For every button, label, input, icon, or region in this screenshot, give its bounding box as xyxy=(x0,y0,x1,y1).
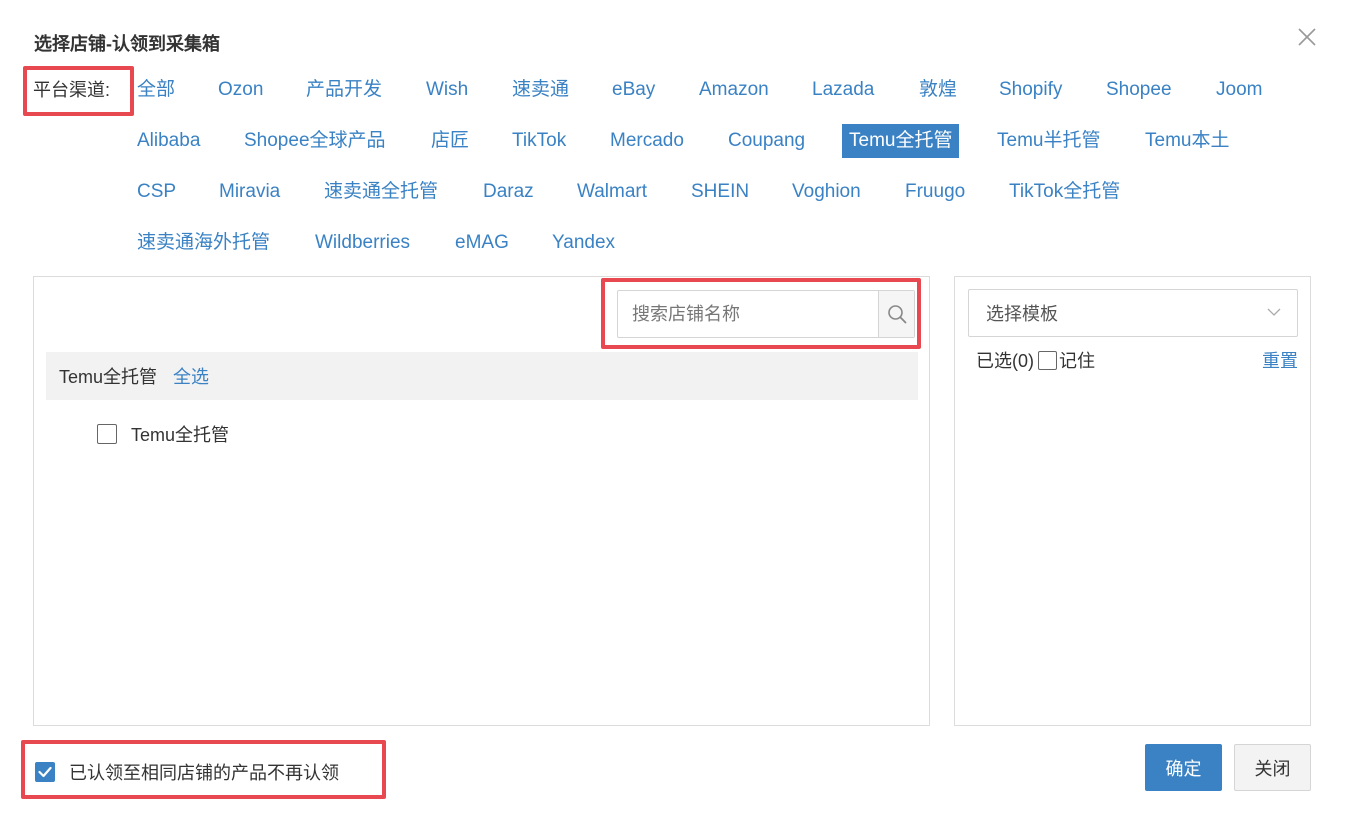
shop-search-input[interactable] xyxy=(618,291,878,337)
platform-tab-tiktok-full[interactable]: TikTok全托管 xyxy=(1009,180,1120,204)
platform-tab-aliexpress-full[interactable]: 速卖通全托管 xyxy=(324,180,438,204)
platform-tab-miravia[interactable]: Miravia xyxy=(219,180,280,204)
platform-tab-emag[interactable]: eMAG xyxy=(455,231,509,255)
platform-tab-tiktok[interactable]: TikTok xyxy=(512,129,566,153)
platform-tab-shopline[interactable]: 店匠 xyxy=(431,129,469,153)
chevron-down-icon xyxy=(1267,308,1281,316)
select-all-link[interactable]: 全选 xyxy=(173,363,209,389)
template-panel: 选择模板 已选(0) 记住 重置 xyxy=(954,276,1311,726)
platform-tab-shopee-global[interactable]: Shopee全球产品 xyxy=(244,129,386,153)
platform-tab-daraz[interactable]: Daraz xyxy=(483,180,534,204)
dialog-title: 选择店铺-认领到采集箱 xyxy=(34,34,220,54)
template-select-placeholder: 选择模板 xyxy=(986,304,1058,324)
platform-tab-product-dev[interactable]: 产品开发 xyxy=(306,78,382,102)
platform-tab-shein[interactable]: SHEIN xyxy=(691,180,749,204)
platform-tab-voghion[interactable]: Voghion xyxy=(792,180,861,204)
reset-link[interactable]: 重置 xyxy=(1262,347,1298,373)
shop-item-label: Temu全托管 xyxy=(131,425,230,445)
check-icon xyxy=(38,766,52,778)
platform-tab-fruugo[interactable]: Fruugo xyxy=(905,180,965,204)
selected-row: 已选(0) 记住 重置 xyxy=(976,347,1298,373)
platform-tab-aliexpress[interactable]: 速卖通 xyxy=(512,78,569,102)
remember-label: 记住 xyxy=(1059,351,1095,371)
remember-checkbox[interactable] xyxy=(1038,350,1057,370)
platform-tab-coupang[interactable]: Coupang xyxy=(728,129,805,153)
close-icon[interactable] xyxy=(1296,26,1318,48)
platform-tab-ebay[interactable]: eBay xyxy=(612,78,655,102)
shop-group-header: Temu全托管 全选 xyxy=(46,352,918,400)
platform-tab-temu-local[interactable]: Temu本土 xyxy=(1145,129,1229,153)
platform-tab-temu-semi[interactable]: Temu半托管 xyxy=(997,129,1100,153)
platform-tab-joom[interactable]: Joom xyxy=(1216,78,1262,102)
shop-search xyxy=(617,290,915,338)
platform-tab-ozon[interactable]: Ozon xyxy=(218,78,263,102)
confirm-button[interactable]: 确定 xyxy=(1145,744,1222,791)
platform-tab-mercado[interactable]: Mercado xyxy=(610,129,684,153)
no-repeat-checkbox[interactable] xyxy=(35,762,55,782)
platform-tab-amazon[interactable]: Amazon xyxy=(699,78,769,102)
platform-tab-dhgate[interactable]: 敦煌 xyxy=(919,78,957,102)
selected-count: 已选(0) xyxy=(976,351,1034,371)
platform-tab-wish[interactable]: Wish xyxy=(426,78,468,102)
shop-checkbox[interactable] xyxy=(97,424,117,444)
search-button[interactable] xyxy=(878,291,914,337)
platform-tab-lazada[interactable]: Lazada xyxy=(812,78,874,102)
no-repeat-option[interactable]: 已认领至相同店铺的产品不再认领 xyxy=(35,759,339,785)
template-select[interactable]: 选择模板 xyxy=(968,289,1298,337)
platform-tab-wildberries[interactable]: Wildberries xyxy=(315,231,410,255)
no-repeat-label: 已认领至相同店铺的产品不再认领 xyxy=(69,763,339,783)
platform-tab-all[interactable]: 全部 xyxy=(137,78,175,102)
platform-tab-shopify[interactable]: Shopify xyxy=(999,78,1062,102)
platform-tab-alibaba[interactable]: Alibaba xyxy=(137,129,200,153)
shop-item[interactable]: Temu全托管 xyxy=(97,421,229,447)
platform-label: 平台渠道: xyxy=(33,80,111,100)
shop-group-name: Temu全托管 xyxy=(59,367,158,387)
close-button[interactable]: 关闭 xyxy=(1234,744,1311,791)
platform-tab-aliexpress-overseas[interactable]: 速卖通海外托管 xyxy=(137,231,270,255)
search-icon xyxy=(887,305,906,324)
platform-tab-csp[interactable]: CSP xyxy=(137,180,176,204)
platform-tab-yandex[interactable]: Yandex xyxy=(552,231,615,255)
shop-panel: Temu全托管 全选 Temu全托管 xyxy=(33,276,930,726)
platform-tab-shopee[interactable]: Shopee xyxy=(1106,78,1172,102)
platform-tab-temu-full[interactable]: Temu全托管 xyxy=(842,124,960,158)
platform-tab-walmart[interactable]: Walmart xyxy=(577,180,647,204)
